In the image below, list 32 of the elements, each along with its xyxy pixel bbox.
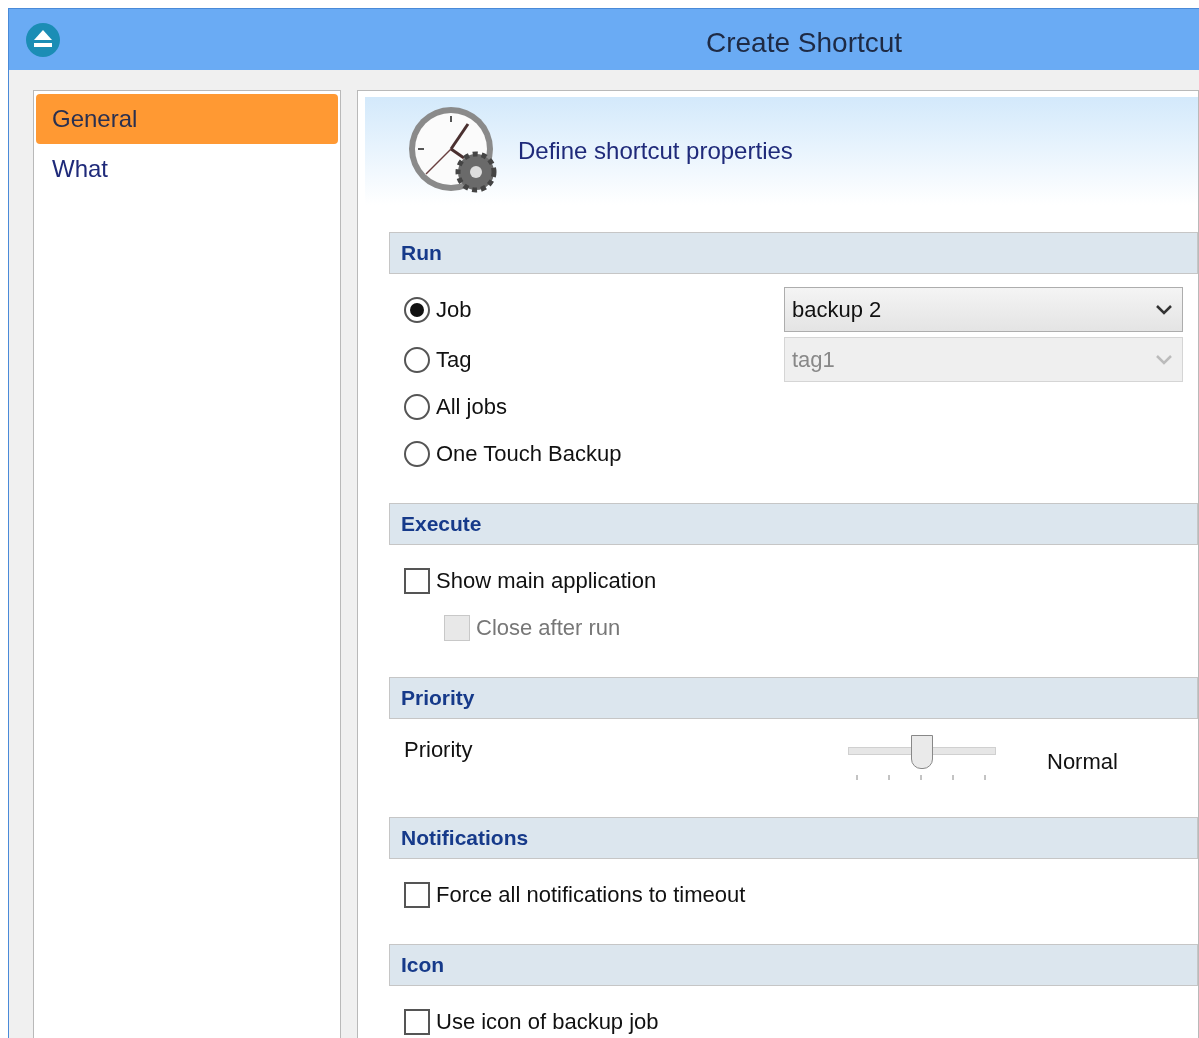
checkbox[interactable] xyxy=(404,881,430,908)
checkbox-label: Force all notifications to timeout xyxy=(436,881,746,909)
radio-button[interactable] xyxy=(404,346,430,373)
dropdown[interactable]: backup 2 xyxy=(784,287,1183,332)
header-title: Define shortcut properties xyxy=(518,136,793,166)
window-title: Create Shortcut xyxy=(706,26,903,60)
radio-button[interactable] xyxy=(404,440,430,467)
priority-slider[interactable] xyxy=(848,735,996,781)
checkbox-label: Show main application xyxy=(436,567,657,595)
app-logo-icon xyxy=(25,21,61,58)
section-header: Priority xyxy=(389,677,1198,719)
slider-thumb[interactable] xyxy=(911,735,933,769)
priority-label: Priority xyxy=(404,736,474,764)
chevron-down-icon xyxy=(1156,354,1172,365)
sidebar-item[interactable]: General xyxy=(36,94,338,144)
checkbox-label: Close after run xyxy=(476,614,621,642)
sidebar-item[interactable]: What xyxy=(36,144,338,194)
radio-label: Tag xyxy=(436,346,472,374)
radio-label: One Touch Backup xyxy=(436,440,622,468)
checkbox-label: Use icon of backup job xyxy=(436,1008,659,1036)
checkbox[interactable] xyxy=(404,567,430,594)
chevron-down-icon xyxy=(1156,304,1172,315)
section-header: Run xyxy=(389,232,1198,274)
radio-label: Job xyxy=(436,296,472,324)
radio-label: All jobs xyxy=(436,393,507,421)
radio-button[interactable] xyxy=(404,393,430,420)
priority-value: Normal xyxy=(1047,747,1118,776)
section-header: Execute xyxy=(389,503,1198,545)
checkbox[interactable] xyxy=(404,1008,430,1035)
section-header: Notifications xyxy=(389,817,1198,859)
radio-button[interactable] xyxy=(404,296,430,323)
section-header: Icon xyxy=(389,944,1198,986)
